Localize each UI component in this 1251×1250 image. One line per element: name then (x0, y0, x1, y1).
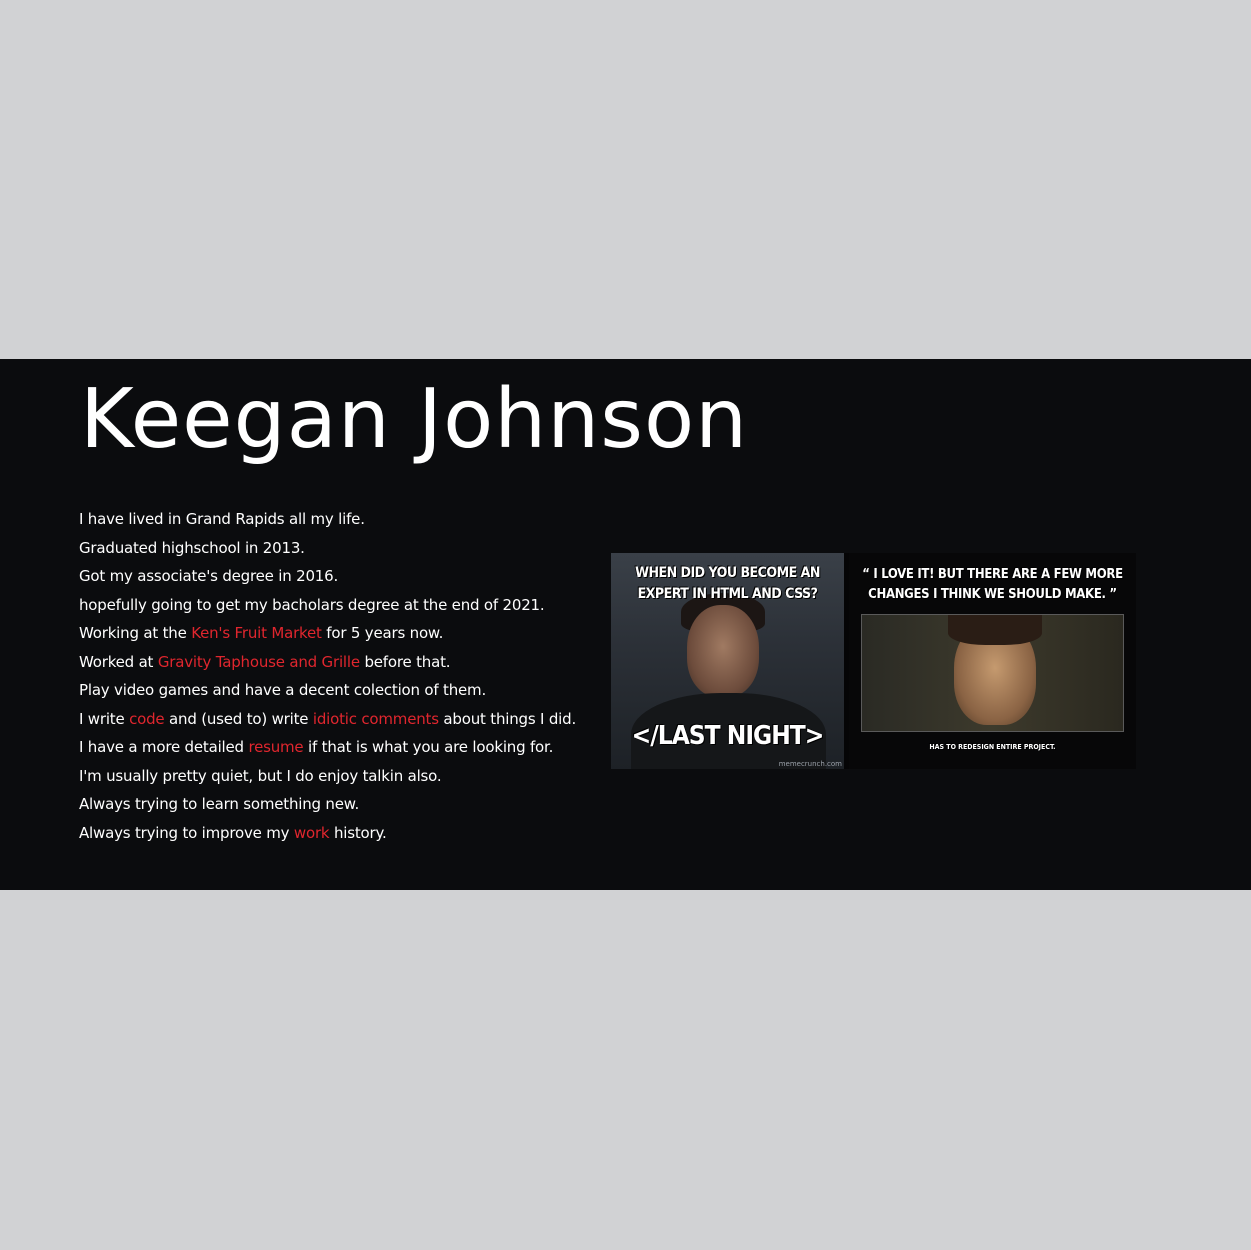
meme-hair-shape (948, 615, 1042, 645)
bio-text: Worked at (79, 652, 158, 671)
meme-top-caption: “ I LOVE IT! BUT THERE ARE A FEW MORE CH… (862, 567, 1123, 602)
bio-link-ken-s-fruit-market[interactable]: Ken's Fruit Market (191, 624, 322, 642)
bio-link-gravity-taphouse-and-grille[interactable]: Gravity Taphouse and Grille (158, 653, 360, 671)
bio-text: if that is what you are looking for. (303, 738, 554, 756)
meme-top-caption: WHEN DID YOU BECOME AN EXPERT IN HTML AN… (635, 565, 820, 602)
bio-list: I have lived in Grand Rapids all my life… (79, 505, 576, 847)
bio-line: Working at the Ken's Fruit Market for 5 … (79, 619, 576, 648)
bio-text: Working at the (79, 624, 192, 642)
bio-text: I'm usually pretty quiet, but I do enjoy… (79, 766, 442, 785)
meme-photo (861, 614, 1124, 732)
bio-line: Graduated highschool in 2013. (79, 534, 576, 563)
bio-line: I write code and (used to) write idiotic… (79, 705, 576, 734)
meme-redesign: “ I LOVE IT! BUT THERE ARE A FEW MORE CH… (849, 553, 1136, 769)
page-title: Keegan Johnson (80, 372, 749, 467)
bio-text: Play video games and have a decent colec… (79, 681, 487, 699)
meme-bottom-caption: </LAST NIGHT> (631, 721, 825, 751)
bio-line: Play video games and have a decent colec… (79, 676, 576, 705)
meme-image: WHEN DID YOU BECOME AN EXPERT IN HTML AN… (611, 553, 1136, 769)
bio-line: I have a more detailed resume if that is… (79, 733, 576, 762)
bio-text: Always trying to improve my (79, 823, 294, 842)
bio-line: hopefully going to get my bacholars degr… (79, 591, 576, 620)
bio-text: I write (79, 709, 130, 728)
bio-line: Worked at Gravity Taphouse and Grille be… (79, 648, 576, 677)
bio-text: history. (329, 823, 387, 842)
meme-html-css: WHEN DID YOU BECOME AN EXPERT IN HTML AN… (611, 553, 844, 769)
bio-line: Always trying to learn something new. (79, 790, 576, 819)
meme-face-shape (687, 605, 759, 697)
bio-link-work[interactable]: work (294, 824, 330, 842)
bio-text: hopefully going to get my bacholars degr… (79, 595, 545, 614)
bio-text: before that. (359, 652, 451, 671)
bio-link-resume[interactable]: resume (248, 738, 303, 756)
bio-text: and (used to) write (164, 709, 313, 728)
bio-text: for 5 years now. (321, 624, 444, 642)
bio-text: about things I did. (438, 709, 577, 728)
bio-line: I have lived in Grand Rapids all my life… (79, 505, 576, 534)
bio-line: Always trying to improve my work history… (79, 819, 576, 848)
bio-text: I have a more detailed (79, 738, 249, 756)
bio-text: I have lived in Grand Rapids all my life… (79, 510, 365, 528)
bio-text: Always trying to learn something new. (79, 795, 360, 813)
bio-link-code[interactable]: code (129, 710, 165, 728)
meme-watermark: memecrunch.com (778, 760, 842, 768)
meme-bottom-caption: HAS TO REDESIGN ENTIRE PROJECT. (929, 743, 1056, 751)
bio-line: Got my associate's degree in 2016. (79, 562, 576, 591)
bio-text: Got my associate's degree in 2016. (79, 567, 339, 585)
bio-link-idiotic-comments[interactable]: idiotic comments (313, 710, 439, 728)
bio-line: I'm usually pretty quiet, but I do enjoy… (79, 762, 576, 791)
bio-text: Graduated highschool in 2013. (79, 538, 305, 557)
